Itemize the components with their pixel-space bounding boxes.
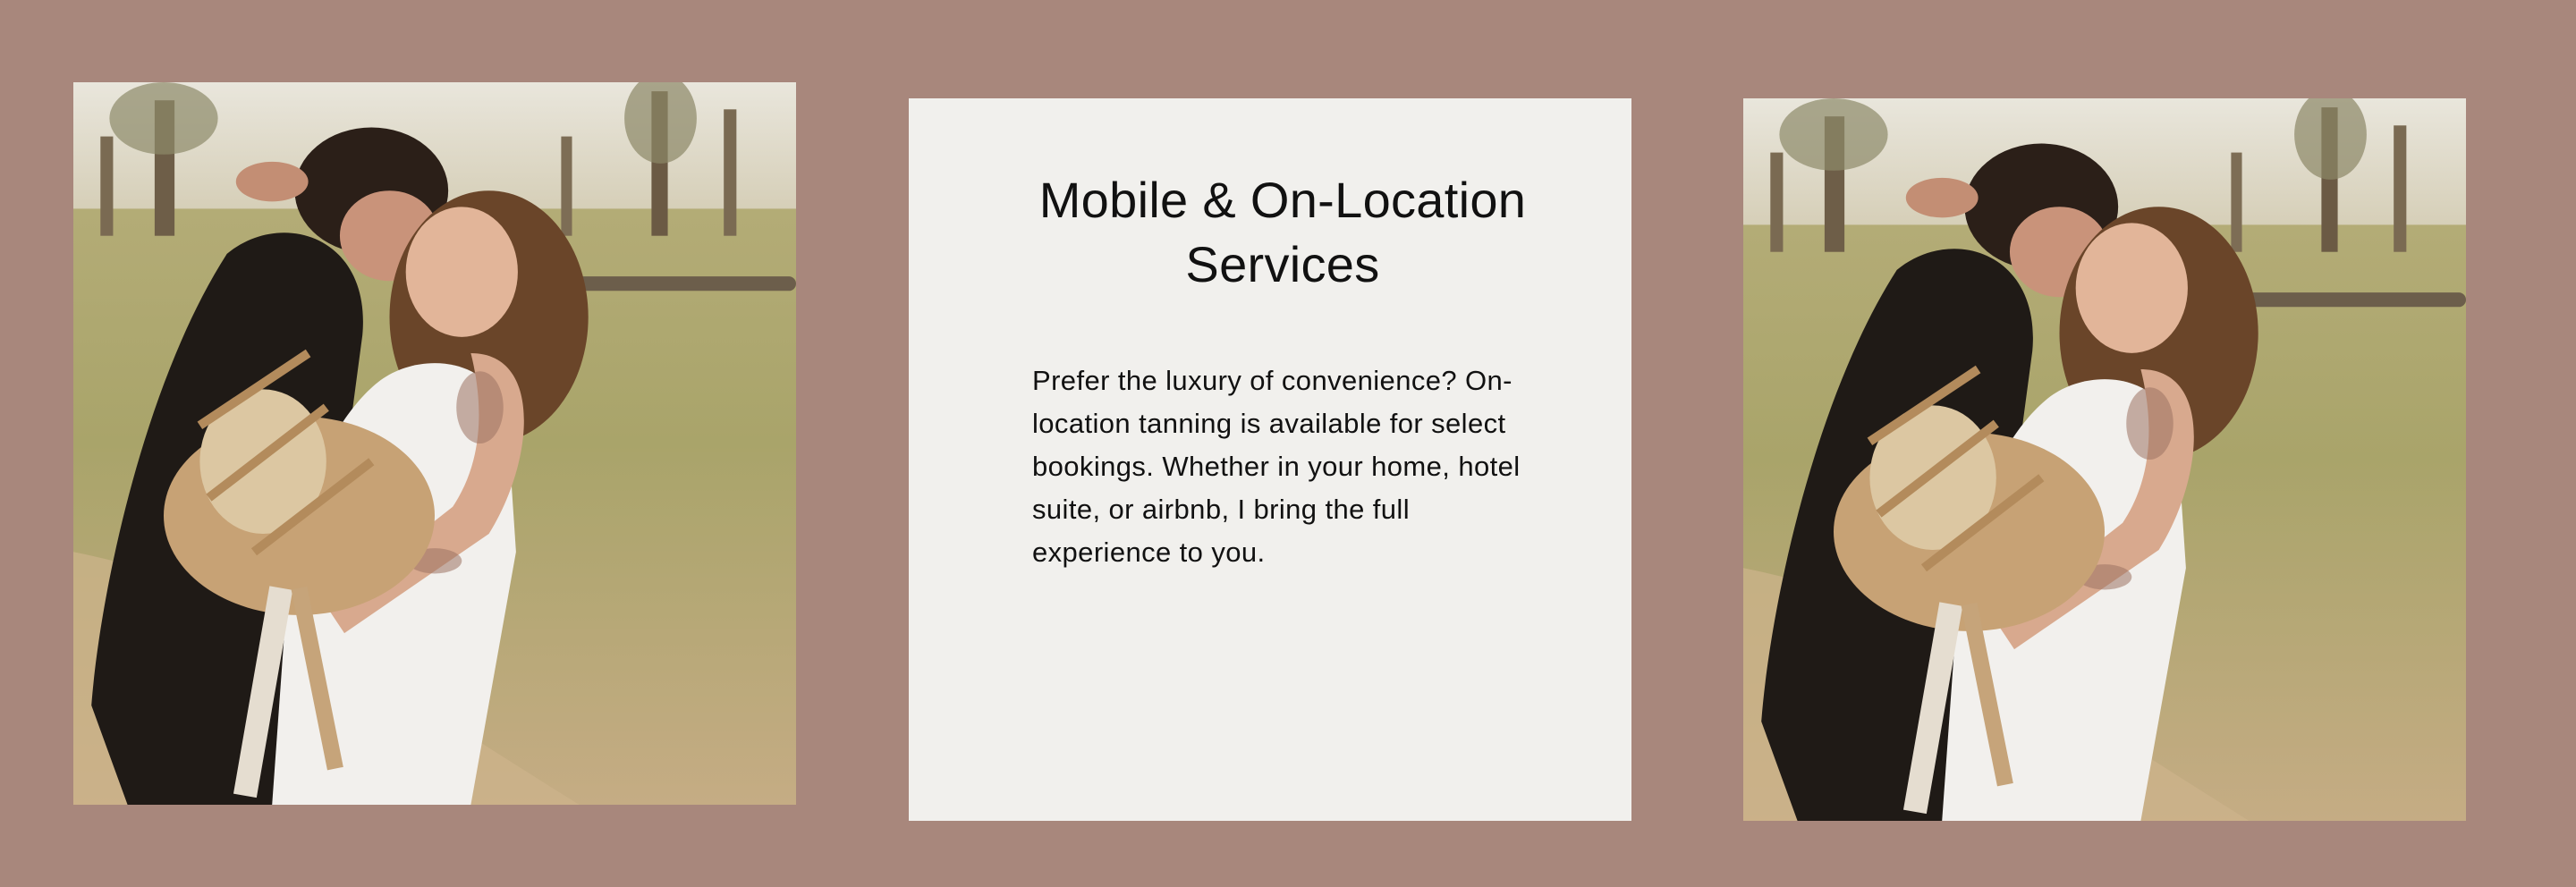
couple-photo-left [73,82,796,805]
couple-photo-right [1743,98,2466,821]
couple-photo-left-image [73,82,796,805]
services-card: Mobile & On-Location Services Prefer the… [909,98,1631,821]
services-title: Mobile & On-Location Services [1038,172,1527,292]
couple-photo-right-image [1743,98,2466,821]
services-description: Prefer the luxury of convenience? On-loc… [1032,365,1521,568]
